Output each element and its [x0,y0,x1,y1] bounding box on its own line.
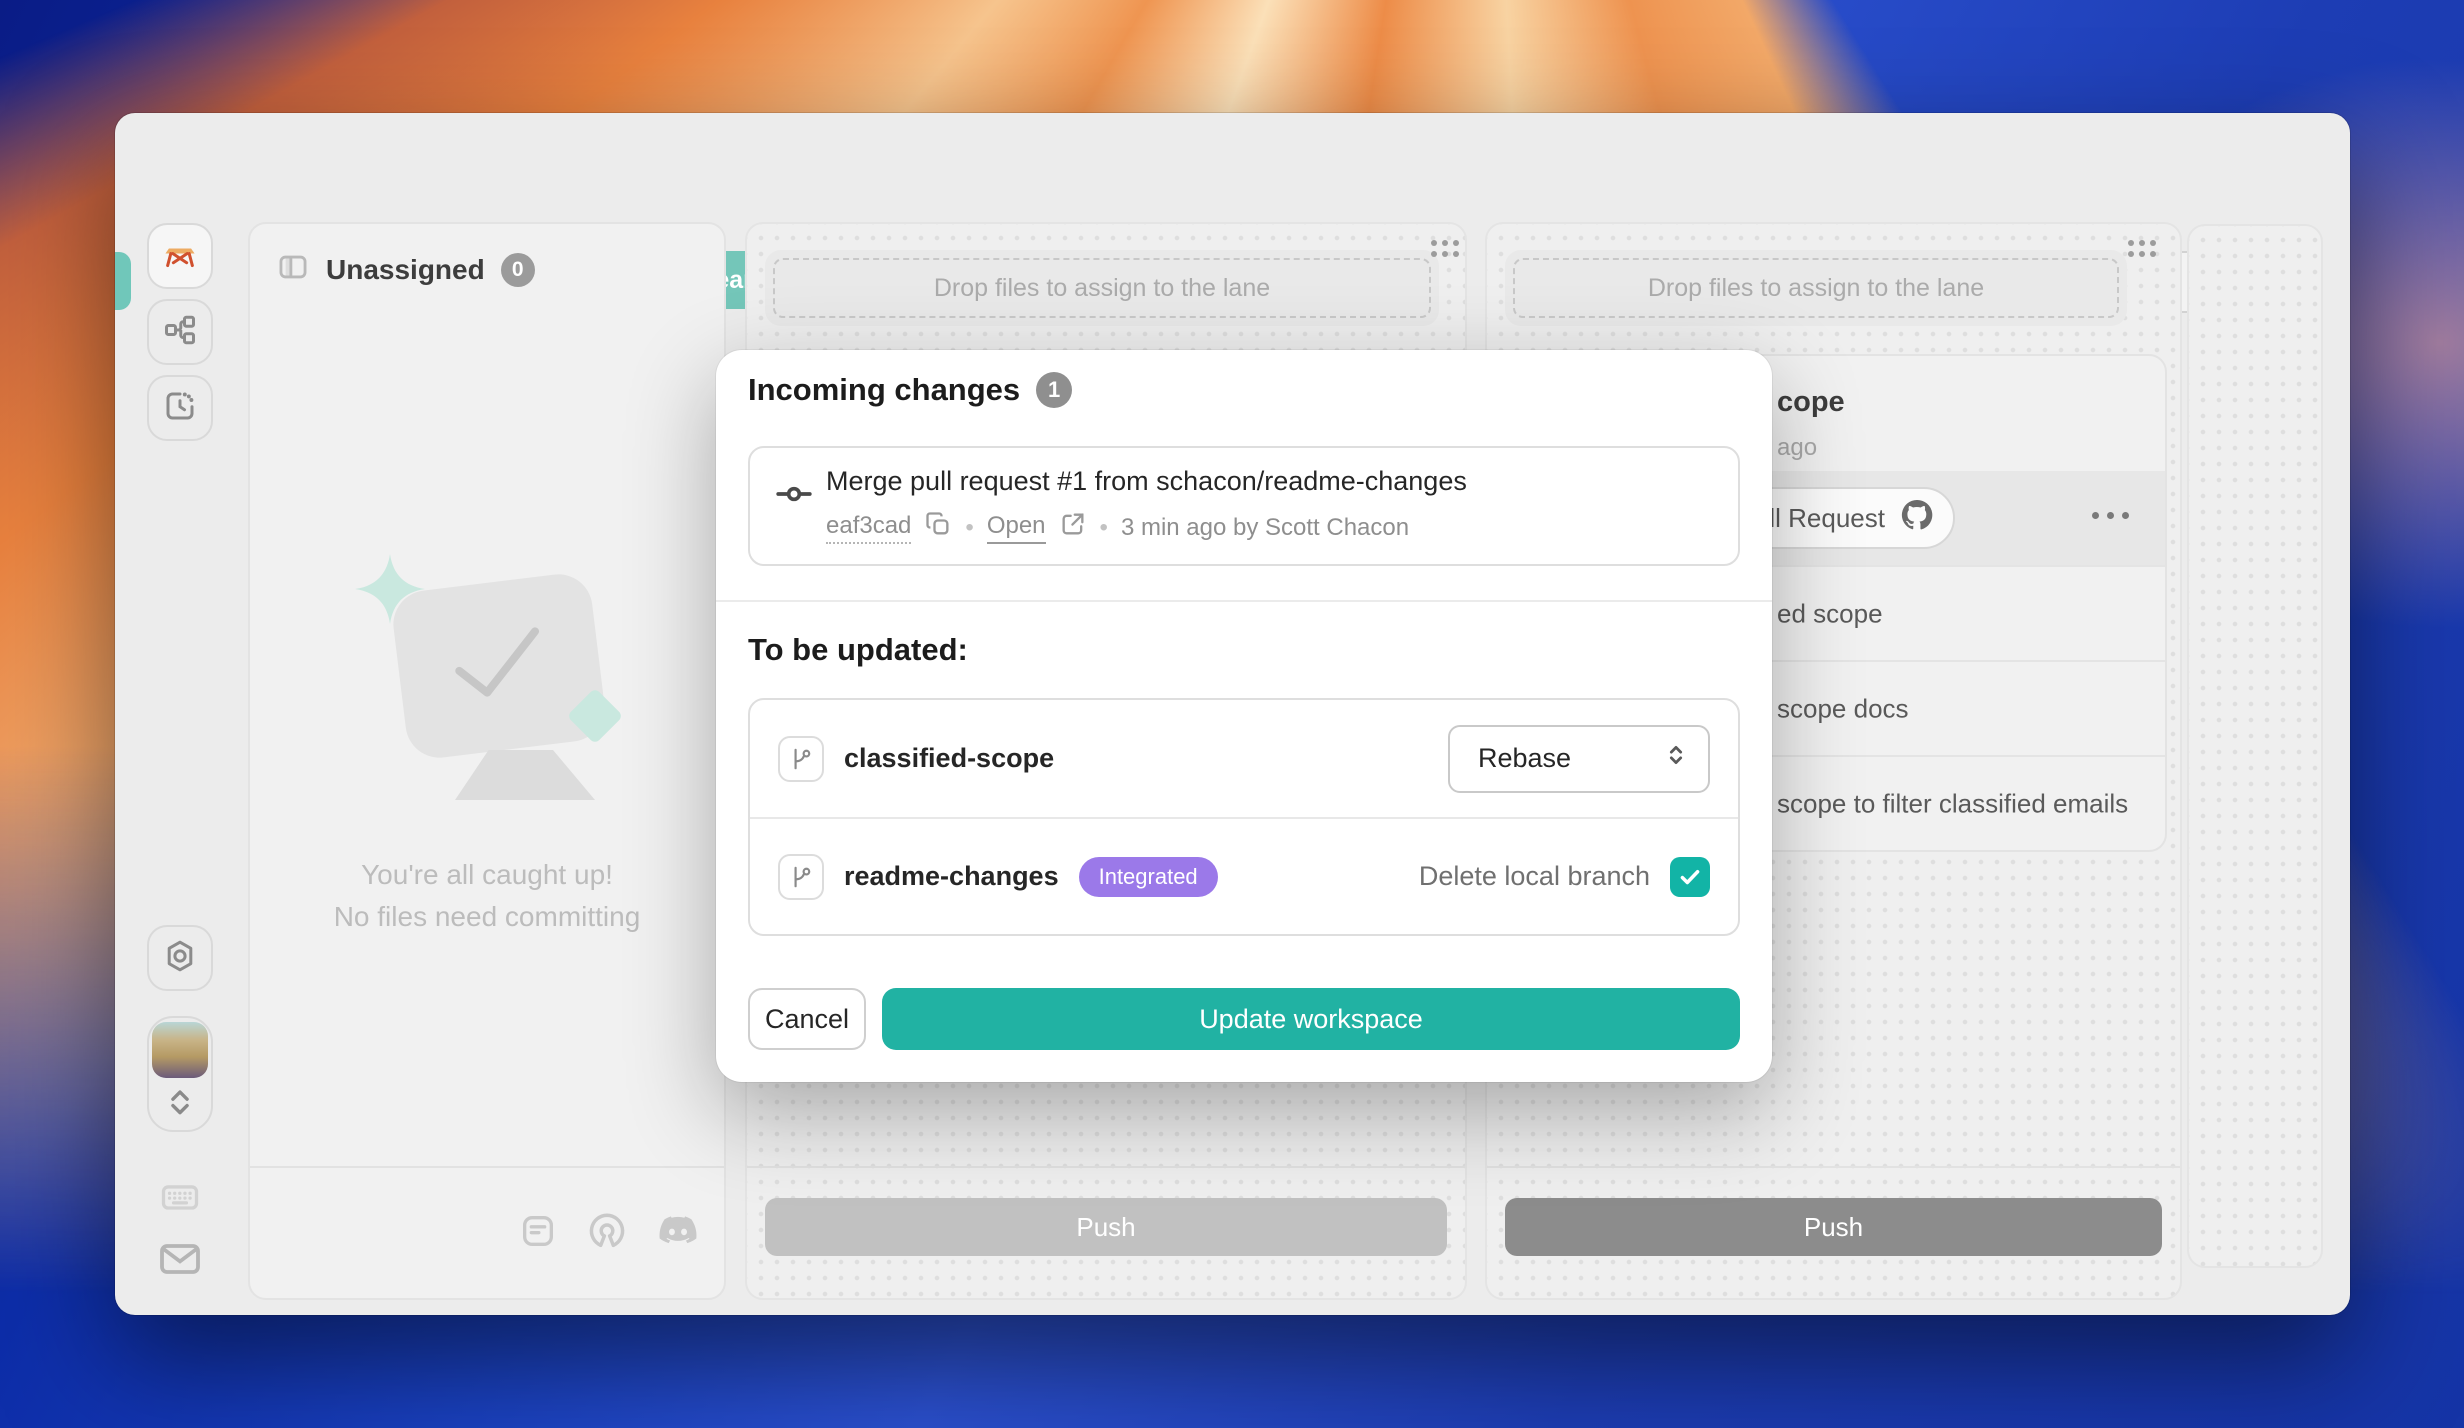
lane2-footer: Push [1487,1166,2180,1298]
branch-card-title: cope [1777,386,1845,419]
open-source-icon[interactable] [586,1210,628,1257]
sidebar-item-branches[interactable] [147,299,213,365]
select-chevrons-icon [1662,741,1690,776]
feedback-button[interactable] [153,1235,207,1287]
avatar [152,1022,208,1078]
workspace-icon [161,235,199,278]
branch-row-classified-scope: classified-scope Rebase [750,700,1738,817]
commit-icon [774,474,814,519]
changelog-icon[interactable] [518,1211,558,1256]
branch-menu-button[interactable] [2092,512,2129,519]
unassigned-count-badge: 0 [501,253,535,287]
lane2-drop-zone[interactable]: Drop files to assign to the lane [1505,250,2127,326]
empty-state: You're all caught up! No files need comm… [250,554,724,938]
mail-icon [156,1235,204,1288]
lane1-drag-handle[interactable] [1431,240,1459,257]
lane2-drop-hint: Drop files to assign to the lane [1513,258,2119,318]
commit-meta: eaf3cad • Open [826,510,1409,545]
to-be-updated-list: classified-scope Rebase [748,698,1740,936]
empty-state-line2: No files need committing [334,896,641,938]
keyboard-shortcuts-button[interactable] [151,1175,209,1223]
active-view-indicator [115,252,131,310]
settings-button[interactable] [147,925,213,991]
app-window: 3 min ago 1 upstream commits dataroom Ac… [115,113,2350,1315]
discord-icon[interactable] [656,1209,700,1258]
desktop: 3 min ago 1 upstream commits dataroom Ac… [0,0,2464,1428]
account-switcher[interactable] [147,1016,213,1132]
incoming-count-badge: 1 [1036,372,1072,408]
unassigned-header: Unassigned 0 [250,224,724,289]
modal-divider [716,600,1772,602]
update-workspace-button[interactable]: Update workspace [882,988,1740,1050]
github-icon [1899,497,1935,540]
lane1-push-button[interactable]: Push [765,1198,1447,1256]
integrated-badge: Integrated [1079,857,1218,897]
pr-open-link[interactable]: Open [987,512,1046,544]
empty-state-illustration [347,554,627,854]
branch-name: readme-changes [844,861,1059,892]
to-be-updated-title: To be updated: [748,632,968,668]
copy-icon[interactable] [924,510,952,545]
modal-buttons: Cancel Update workspace [748,988,1740,1050]
settings-gear-icon [162,938,198,979]
unassigned-title: Unassigned [326,254,485,286]
sidebar-item-workspace[interactable] [147,223,213,289]
branch-row-readme-changes: readme-changes Integrated Delete local b… [750,817,1738,934]
lane2-push-button[interactable]: Push [1505,1198,2162,1256]
branch-card-time: ago [1777,434,1817,462]
cancel-button[interactable]: Cancel [748,988,866,1050]
unassigned-panel: Unassigned 0 [248,222,726,1300]
delete-local-branch-label: Delete local branch [1419,861,1650,892]
history-icon [162,388,198,429]
lane1-footer: Push [747,1166,1465,1298]
branch-name: classified-scope [844,743,1054,774]
update-action-select[interactable]: Rebase [1448,725,1710,793]
unassigned-footer [250,1166,724,1298]
external-link-icon[interactable] [1059,510,1087,545]
lane2-drag-handle[interactable] [2128,240,2156,257]
lane1-drop-zone[interactable]: Drop files to assign to the lane [765,250,1439,326]
incoming-changes-modal: Incoming changes 1 Merge pull request #1… [716,350,1772,1082]
branch-icon [778,736,824,782]
branches-icon [162,312,198,353]
branch-icon [778,854,824,900]
modal-title-row: Incoming changes 1 [748,372,1072,408]
modal-title: Incoming changes [748,372,1020,408]
chevron-up-down-icon [163,1082,197,1127]
keyboard-icon [155,1175,205,1224]
monitor-stand-shape [455,750,595,800]
lane1-drop-hint: Drop files to assign to the lane [773,258,1431,318]
monitor-shape [390,570,609,761]
incoming-commit-card: Merge pull request #1 from schacon/readm… [748,446,1740,566]
commit-message: Merge pull request #1 from schacon/readm… [826,466,1467,497]
commit-author-time: 3 min ago by Scott Chacon [1121,514,1409,542]
commit-sha[interactable]: eaf3cad [826,512,911,544]
empty-state-line1: You're all caught up! [361,854,613,896]
sidebar-item-history[interactable] [147,375,213,441]
lane-3 [2187,224,2323,1268]
split-panel-icon [276,250,310,289]
delete-local-branch-checkbox[interactable] [1670,857,1710,897]
